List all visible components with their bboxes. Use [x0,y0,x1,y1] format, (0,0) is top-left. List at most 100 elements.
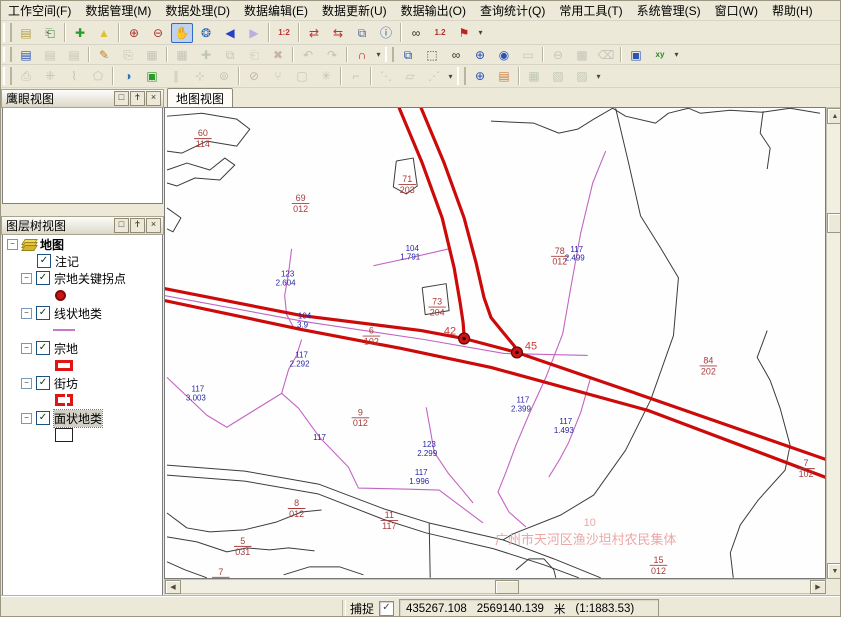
expander-block[interactable]: − [21,378,32,389]
center-point-icon[interactable]: ⊹ [189,66,211,86]
expander-key-points[interactable]: − [21,273,32,284]
buffer-ring-icon[interactable]: ⊚ [213,66,235,86]
forbid-icon[interactable]: ⊘ [243,66,265,86]
map-copy-icon[interactable]: ⧉ [397,45,419,65]
expander-parcel[interactable]: − [21,343,32,354]
toolbar-grip[interactable] [3,47,12,62]
scroll-up-icon[interactable]: ▲ [827,108,841,124]
snap-stamp-icon[interactable]: ⚑ [453,23,475,43]
info-icon[interactable]: ⓘ [375,23,397,43]
measure-ruler-icon[interactable]: 1.2 [429,23,451,43]
snap-checkbox[interactable]: ✓ [379,601,394,616]
layer-theme-icon[interactable]: ▲ [93,23,115,43]
toolbar-overflow-icon[interactable]: ▾ [672,46,681,64]
toolbar-overflow-icon[interactable]: ▾ [446,67,455,85]
horizontal-scroll-thumb[interactable] [495,580,519,594]
copy-screen-icon[interactable]: ⧉ [351,23,373,43]
xy-locate-icon[interactable]: xy [649,45,671,65]
property-window-icon[interactable]: ▤ [493,66,515,86]
corner-tool-icon[interactable]: ⌐ [345,66,367,86]
next-view-icon[interactable]: ▶ [243,23,265,43]
parallelogram-icon[interactable]: ▱ [399,66,421,86]
path-points-icon[interactable]: ⋰ [423,66,445,86]
layer-tree-maximize-icon[interactable]: □ [114,218,129,233]
tree-item-annotation[interactable]: 注记 [55,253,79,270]
map-window-icon[interactable]: ▣ [625,45,647,65]
vertices-icon[interactable]: ⋱ [375,66,397,86]
polygon-node-icon[interactable]: ⬠ [87,66,109,86]
menu-data-processing[interactable]: 数据处理(D) [158,1,237,20]
attribute-table-icon[interactable]: ▦ [141,45,163,65]
zoom-out-icon[interactable]: ⊖ [147,23,169,43]
map-canvas[interactable]: 6011469012712037801273204610284202901271… [164,107,826,579]
save-query-icon[interactable]: ▤ [39,45,61,65]
paste-icon[interactable]: ⎗ [243,45,265,65]
tree-item-linear-landuse[interactable]: 线状地类 [54,305,102,322]
pan-hand-icon[interactable]: ✋ [171,23,193,43]
toolbar-grip[interactable] [3,67,12,85]
clear-selection-icon[interactable]: ⌫ [595,45,617,65]
burst-icon[interactable]: ✳ [315,66,337,86]
menu-system-management[interactable]: 系统管理(S) [630,1,708,20]
edit-pencil-icon[interactable]: ✎ [93,45,115,65]
menu-workspace[interactable]: 工作空间(F) [1,1,78,20]
zoom-in-icon[interactable]: ⊕ [123,23,145,43]
add-record-icon[interactable]: ▦ [171,45,193,65]
snapshot-icon[interactable]: ◉ [493,45,515,65]
delete-icon[interactable]: ✖ [267,45,289,65]
bars-icon[interactable]: ∥ [165,66,187,86]
toolbar-overflow-icon[interactable]: ▾ [476,24,485,42]
toolbar-grip[interactable] [3,23,12,41]
crosshair-icon[interactable]: ⁜ [39,66,61,86]
line-symbol-swatch[interactable] [53,329,75,331]
menu-data-update[interactable]: 数据更新(U) [315,1,394,20]
find-binoculars-icon[interactable]: ∞ [405,23,427,43]
parcel-symbol-swatch[interactable] [55,360,73,371]
checkbox-linear-landuse[interactable]: ✓ [36,306,50,320]
redo-icon[interactable]: ↷ [321,45,343,65]
fixed-scale-icon[interactable]: 1:2 [273,23,295,43]
menu-data-management[interactable]: 数据管理(M) [78,1,158,20]
select-region-icon[interactable]: ⬚ [421,45,443,65]
add-dataset-icon[interactable]: ✚ [69,23,91,43]
pie-stat-icon[interactable]: ◑ [117,66,139,86]
menu-window[interactable]: 窗口(W) [708,1,765,20]
toolbar-overflow-icon[interactable]: ▾ [594,67,603,85]
undo-icon[interactable]: ↶ [297,45,319,65]
window-check-3-icon[interactable]: ▨ [571,66,593,86]
rect-select-icon[interactable]: ▢ [291,66,313,86]
checkbox-block[interactable]: ✓ [36,376,50,390]
layer-update-icon[interactable]: ⇆ [327,23,349,43]
menu-help[interactable]: 帮助(H) [765,1,820,20]
magnifier-gray-icon[interactable]: ⊖ [547,45,569,65]
overview-canvas[interactable] [2,108,163,204]
window-icon[interactable]: ▭ [517,45,539,65]
window-check-2-icon[interactable]: ▧ [547,66,569,86]
tree-item-parcel[interactable]: 宗地 [54,340,78,357]
tree-item-parcel-key-points[interactable]: 宗地关键拐点 [54,270,126,287]
layer-refresh-icon[interactable]: ⇄ [303,23,325,43]
checkbox-key-points[interactable]: ✓ [36,271,50,285]
previous-view-icon[interactable]: ◀ [219,23,241,43]
overview-pin-icon[interactable]: Ϯ [130,91,145,106]
toolbar-grip[interactable] [457,67,466,85]
menu-query-statistics[interactable]: 查询统计(Q) [473,1,552,20]
full-extent-globe-icon[interactable]: ❂ [195,23,217,43]
snap-magnet-icon[interactable]: ∩ [351,45,373,65]
split-icon[interactable]: ⑂ [267,66,289,86]
checkbox-area-landuse[interactable]: ✓ [36,411,50,425]
zoom-select-icon[interactable]: ⊕ [469,45,491,65]
layer-tree-close-icon[interactable]: × [146,218,161,233]
polyline-node-icon[interactable]: ⌇ [63,66,85,86]
zoom-window-icon[interactable]: ⊕ [469,66,491,86]
open-export-icon[interactable]: ⎗ [39,23,61,43]
expander-area-landuse[interactable]: − [21,413,32,424]
overview-close-icon[interactable]: × [146,91,161,106]
scroll-right-icon[interactable]: ▶ [810,580,826,594]
toolbar-overflow-icon[interactable]: ▾ [374,46,383,64]
point-symbol-swatch[interactable] [55,290,66,301]
menu-common-tools[interactable]: 常用工具(T) [552,1,629,20]
checkbox-annotation[interactable]: ✓ [37,254,51,268]
save-as-icon[interactable]: ▤ [63,45,85,65]
menu-data-editing[interactable]: 数据编辑(E) [237,1,315,20]
